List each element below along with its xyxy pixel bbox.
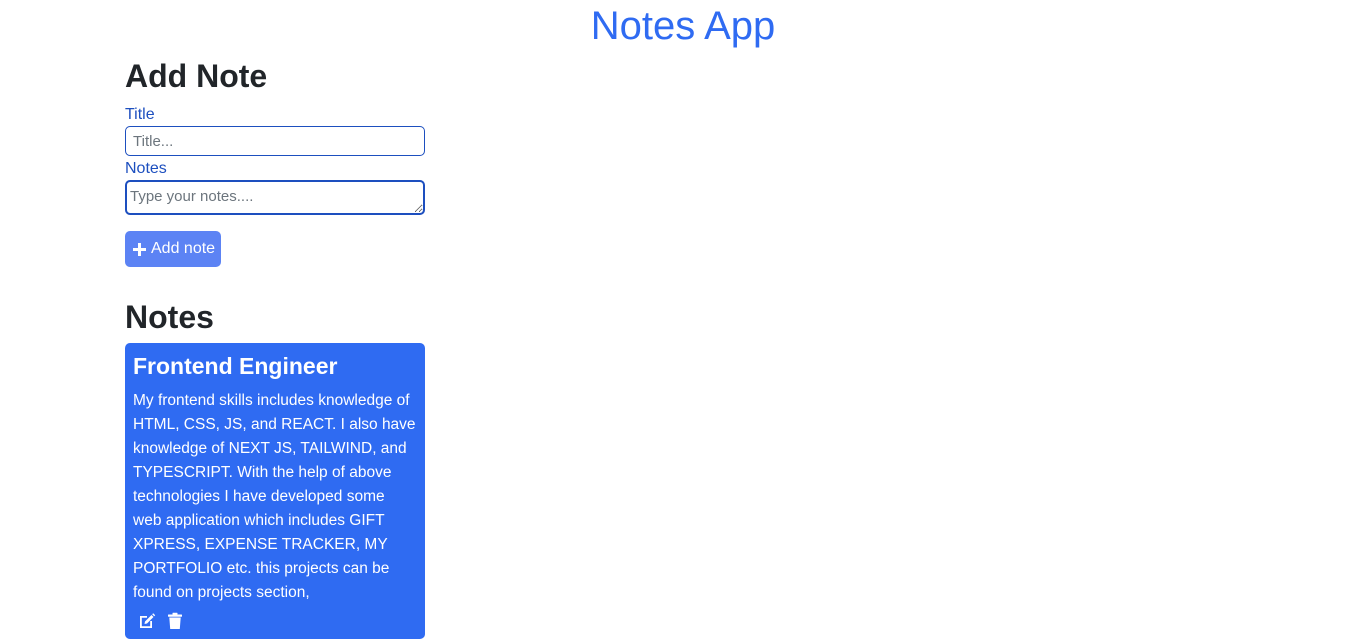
app-title: Notes App (590, 4, 776, 48)
notes-label: Notes (125, 160, 167, 177)
plus-icon (133, 242, 146, 256)
title-label: Title (125, 106, 155, 123)
add-note-button[interactable]: Add note (125, 231, 222, 267)
trash-icon[interactable] (166, 612, 184, 630)
add-note-button-label: Add note (151, 240, 216, 257)
main-container: Add Note Title Notes Add note Notes Fron… (125, 56, 425, 639)
title-input[interactable] (125, 126, 425, 156)
note-title: Frontend Engineer (133, 353, 338, 379)
edit-icon[interactable] (138, 612, 156, 630)
note-card: Frontend Engineer My frontend skills inc… (125, 343, 425, 639)
notes-textarea[interactable] (125, 180, 425, 215)
add-note-heading: Add Note (125, 58, 268, 94)
note-body: My frontend skills includes knowledge of… (133, 392, 416, 601)
note-actions (133, 611, 417, 631)
notes-heading: Notes (125, 299, 214, 335)
